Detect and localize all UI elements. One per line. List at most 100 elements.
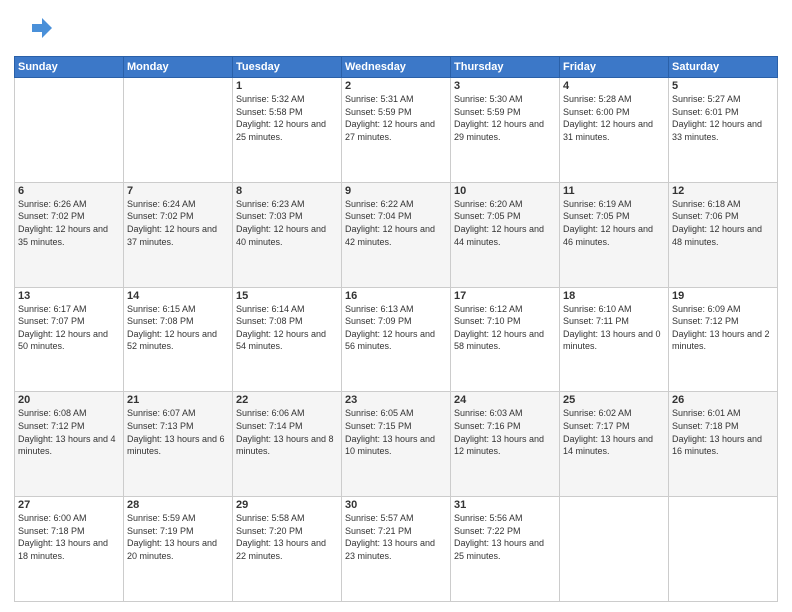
day-info: Sunrise: 5:59 AMSunset: 7:19 PMDaylight:… [127, 512, 229, 562]
sunrise-text: Sunrise: 6:10 AM [563, 304, 632, 314]
daylight-text: Daylight: 12 hours and 52 minutes. [127, 329, 217, 352]
sunrise-text: Sunrise: 5:57 AM [345, 513, 414, 523]
day-number: 4 [563, 80, 665, 92]
day-info: Sunrise: 6:24 AMSunset: 7:02 PMDaylight:… [127, 198, 229, 248]
day-info: Sunrise: 5:57 AMSunset: 7:21 PMDaylight:… [345, 512, 447, 562]
day-cell: 5Sunrise: 5:27 AMSunset: 6:01 PMDaylight… [669, 78, 778, 183]
day-cell: 1Sunrise: 5:32 AMSunset: 5:58 PMDaylight… [233, 78, 342, 183]
day-cell [669, 497, 778, 602]
sunrise-text: Sunrise: 5:31 AM [345, 94, 414, 104]
header-cell-sunday: Sunday [15, 57, 124, 78]
sunrise-text: Sunrise: 6:09 AM [672, 304, 741, 314]
day-number: 21 [127, 394, 229, 406]
sunset-text: Sunset: 7:18 PM [18, 526, 85, 536]
day-cell: 20Sunrise: 6:08 AMSunset: 7:12 PMDayligh… [15, 392, 124, 497]
sunset-text: Sunset: 7:14 PM [236, 421, 303, 431]
daylight-text: Daylight: 12 hours and 37 minutes. [127, 224, 217, 247]
header-cell-thursday: Thursday [451, 57, 560, 78]
calendar-table: SundayMondayTuesdayWednesdayThursdayFrid… [14, 56, 778, 602]
sunrise-text: Sunrise: 6:23 AM [236, 199, 305, 209]
day-number: 17 [454, 290, 556, 302]
sunset-text: Sunset: 7:05 PM [563, 211, 630, 221]
sunset-text: Sunset: 7:05 PM [454, 211, 521, 221]
day-number: 31 [454, 499, 556, 511]
day-info: Sunrise: 6:03 AMSunset: 7:16 PMDaylight:… [454, 407, 556, 457]
daylight-text: Daylight: 12 hours and 50 minutes. [18, 329, 108, 352]
day-info: Sunrise: 6:09 AMSunset: 7:12 PMDaylight:… [672, 303, 774, 353]
day-number: 14 [127, 290, 229, 302]
daylight-text: Daylight: 13 hours and 14 minutes. [563, 434, 653, 457]
sunset-text: Sunset: 7:12 PM [18, 421, 85, 431]
daylight-text: Daylight: 12 hours and 56 minutes. [345, 329, 435, 352]
sunset-text: Sunset: 7:11 PM [563, 316, 629, 326]
daylight-text: Daylight: 12 hours and 31 minutes. [563, 119, 653, 142]
daylight-text: Daylight: 13 hours and 25 minutes. [454, 538, 544, 561]
daylight-text: Daylight: 12 hours and 35 minutes. [18, 224, 108, 247]
day-number: 13 [18, 290, 120, 302]
sunrise-text: Sunrise: 5:30 AM [454, 94, 523, 104]
sunrise-text: Sunrise: 5:32 AM [236, 94, 305, 104]
sunrise-text: Sunrise: 6:22 AM [345, 199, 414, 209]
day-cell: 16Sunrise: 6:13 AMSunset: 7:09 PMDayligh… [342, 287, 451, 392]
day-number: 8 [236, 185, 338, 197]
day-info: Sunrise: 6:23 AM Sunset: 7:03 PM Daylight:… [236, 198, 338, 248]
daylight-text: Daylight: 13 hours and 22 minutes. [236, 538, 326, 561]
daylight-text: Daylight: 12 hours and 58 minutes. [454, 329, 544, 352]
daylight-text: Daylight: 12 hours and 25 minutes. [236, 119, 326, 142]
sunset-text: Sunset: 7:15 PM [345, 421, 412, 431]
day-info: Sunrise: 6:26 AMSunset: 7:02 PMDaylight:… [18, 198, 120, 248]
day-cell: 27Sunrise: 6:00 AMSunset: 7:18 PMDayligh… [15, 497, 124, 602]
sunrise-text: Sunrise: 6:01 AM [672, 408, 741, 418]
day-cell: 25Sunrise: 6:02 AMSunset: 7:17 PMDayligh… [560, 392, 669, 497]
daylight-text: Daylight: 12 hours and 40 minutes. [236, 224, 326, 247]
day-cell: 28Sunrise: 5:59 AMSunset: 7:19 PMDayligh… [124, 497, 233, 602]
day-number: 7 [127, 185, 229, 197]
header-cell-monday: Monday [124, 57, 233, 78]
day-cell: 24Sunrise: 6:03 AMSunset: 7:16 PMDayligh… [451, 392, 560, 497]
daylight-text: Daylight: 12 hours and 44 minutes. [454, 224, 544, 247]
day-info: Sunrise: 6:01 AMSunset: 7:18 PMDaylight:… [672, 407, 774, 457]
day-info: Sunrise: 6:15 AMSunset: 7:08 PMDaylight:… [127, 303, 229, 353]
day-number: 30 [345, 499, 447, 511]
day-info: Sunrise: 6:02 AMSunset: 7:17 PMDaylight:… [563, 407, 665, 457]
sunset-text: Sunset: 7:09 PM [345, 316, 412, 326]
sunrise-text: Sunrise: 6:08 AM [18, 408, 87, 418]
sunrise-text: Sunrise: 6:24 AM [127, 199, 196, 209]
day-info: Sunrise: 6:13 AMSunset: 7:09 PMDaylight:… [345, 303, 447, 353]
day-info: Sunrise: 5:58 AMSunset: 7:20 PMDaylight:… [236, 512, 338, 562]
sunset-text: Sunset: 7:03 PM [236, 211, 303, 221]
day-number: 20 [18, 394, 120, 406]
logo-icon [14, 10, 54, 50]
daylight-text: Daylight: 12 hours and 42 minutes. [345, 224, 435, 247]
day-info: Sunrise: 6:18 AMSunset: 7:06 PMDaylight:… [672, 198, 774, 248]
sunrise-text: Sunrise: 5:59 AM [127, 513, 196, 523]
header-cell-tuesday: Tuesday [233, 57, 342, 78]
day-cell: 12Sunrise: 6:18 AMSunset: 7:06 PMDayligh… [669, 182, 778, 287]
day-cell: 17Sunrise: 6:12 AMSunset: 7:10 PMDayligh… [451, 287, 560, 392]
day-info: Sunrise: 6:22 AMSunset: 7:04 PMDaylight:… [345, 198, 447, 248]
sunset-text: Sunset: 7:08 PM [236, 316, 303, 326]
day-info: Sunrise: 6:12 AMSunset: 7:10 PMDaylight:… [454, 303, 556, 353]
week-row-3: 20 Sunrise: 6:08 AM Sunset: 7:12 PM Dayligh… [15, 392, 778, 497]
day-cell: 14Sunrise: 6:15 AMSunset: 7:08 PMDayligh… [124, 287, 233, 392]
day-number: 11 [563, 185, 665, 197]
day-number: 29 [236, 499, 338, 511]
day-info: Sunrise: 5:30 AMSunset: 5:59 PMDaylight:… [454, 93, 556, 143]
page: SundayMondayTuesdayWednesdayThursdayFrid… [0, 0, 792, 612]
sunrise-text: Sunrise: 6:18 AM [672, 199, 741, 209]
day-info: Sunrise: 5:56 AMSunset: 7:22 PMDaylight:… [454, 512, 556, 562]
day-cell: 23Sunrise: 6:05 AMSunset: 7:15 PMDayligh… [342, 392, 451, 497]
sunrise-text: Sunrise: 6:02 AM [563, 408, 632, 418]
sunrise-text: Sunrise: 6:12 AM [454, 304, 523, 314]
daylight-text: Daylight: 13 hours and 12 minutes. [454, 434, 544, 457]
sunset-text: Sunset: 7:16 PM [454, 421, 521, 431]
day-info: Sunrise: 6:00 AMSunset: 7:18 PMDaylight:… [18, 512, 120, 562]
day-cell: 19Sunrise: 6:09 AMSunset: 7:12 PMDayligh… [669, 287, 778, 392]
sunrise-text: Sunrise: 6:19 AM [563, 199, 632, 209]
day-number: 12 [672, 185, 774, 197]
daylight-text: Daylight: 13 hours and 0 minutes. [563, 329, 661, 352]
day-cell: 29Sunrise: 5:58 AMSunset: 7:20 PMDayligh… [233, 497, 342, 602]
daylight-text: Daylight: 13 hours and 23 minutes. [345, 538, 435, 561]
daylight-text: Daylight: 12 hours and 46 minutes. [563, 224, 653, 247]
header-row: SundayMondayTuesdayWednesdayThursdayFrid… [15, 57, 778, 78]
